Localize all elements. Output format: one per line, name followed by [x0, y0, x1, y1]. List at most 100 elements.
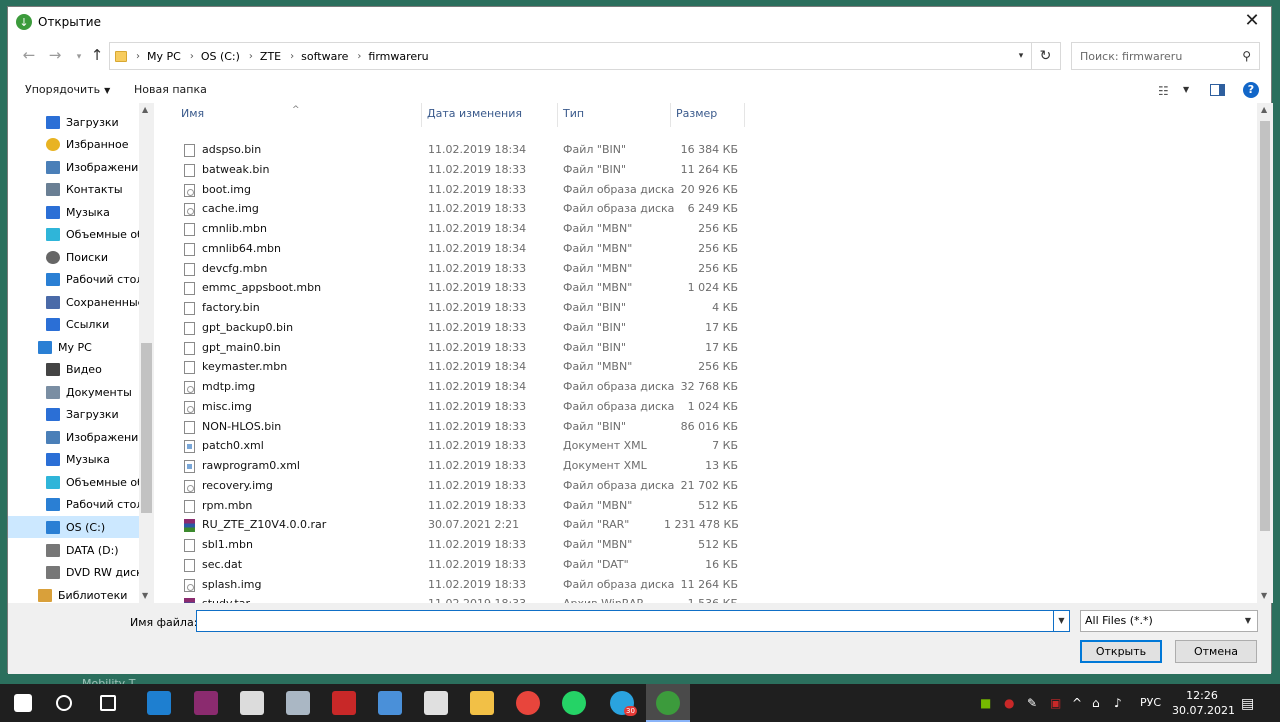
file-type-select[interactable]: All Files (*.*) ▼ [1080, 610, 1258, 632]
file-row[interactable]: adspso.bin 11.02.2019 18:34 Файл "BIN" 16 3… [164, 140, 754, 160]
input-language[interactable]: РУС [1140, 696, 1161, 709]
file-row[interactable]: devcfg.mbn 11.02.2019 18:33 Файл "MBN" 256 … [164, 259, 754, 279]
file-row[interactable]: cmnlib.mbn 11.02.2019 18:34 Файл "MBN" 256 … [164, 219, 754, 239]
file-row[interactable]: patch0.xml 11.02.2019 18:33 Документ XML 7 … [164, 436, 754, 456]
address-history-button[interactable]: ▾ [1011, 42, 1031, 70]
task-view-icon[interactable] [100, 695, 116, 711]
scroll-up-icon[interactable]: ▲ [142, 105, 148, 114]
open-button[interactable]: Открыть [1080, 640, 1162, 663]
refresh-button[interactable]: ↻ [1031, 42, 1059, 70]
column-size[interactable]: Размер [671, 103, 745, 127]
tree-item[interactable]: DVD RW диско [46, 561, 139, 583]
file-row[interactable]: rpm.mbn 11.02.2019 18:33 Файл "MBN" 512 КБ [164, 496, 754, 516]
tree-item[interactable]: DATA (D:) [46, 539, 139, 561]
tree-scrollbar[interactable]: ▲ ▼ [139, 103, 154, 603]
view-options-icon[interactable]: ☷ [1158, 84, 1169, 98]
tray-red-icon[interactable]: ▣ [1050, 696, 1061, 710]
cancel-button[interactable]: Отмена [1175, 640, 1257, 663]
file-row[interactable]: mdtp.img 11.02.2019 18:34 Файл образа диск… [164, 377, 754, 397]
app-blue-icon[interactable] [147, 691, 171, 715]
tree-item[interactable]: Изображения [46, 426, 139, 448]
nvidia-icon[interactable]: ■ [980, 696, 991, 710]
chrome-icon[interactable] [516, 691, 540, 715]
display-app-icon[interactable] [286, 691, 310, 715]
tree-item[interactable]: Библиотеки [38, 584, 139, 603]
tree-item[interactable]: Музыка [46, 201, 139, 223]
tree-item[interactable]: My PC [38, 336, 139, 358]
settings-gear-icon[interactable] [240, 691, 264, 715]
up-button[interactable]: ↑ [88, 47, 106, 65]
tree-scrollbar-thumb[interactable] [141, 343, 152, 513]
file-row[interactable]: NON-HLOS.bin 11.02.2019 18:33 Файл "BIN" 86… [164, 417, 754, 437]
file-row[interactable]: splash.img 11.02.2019 18:33 Файл образа ди… [164, 575, 754, 595]
new-folder-button[interactable]: Новая папка [134, 83, 207, 96]
search-icon[interactable]: ⚲ [1242, 49, 1251, 63]
clock[interactable]: 12:26 30.07.2021 [1172, 688, 1235, 718]
tree-item[interactable]: Поиски [46, 246, 139, 268]
control-panel-icon[interactable] [378, 691, 402, 715]
scroll-up-icon[interactable]: ▲ [1261, 105, 1267, 114]
file-row[interactable]: cmnlib64.mbn 11.02.2019 18:34 Файл "MBN" 25… [164, 239, 754, 259]
breadcrumb-my-pc[interactable]: My PC [147, 50, 181, 63]
file-row[interactable]: gpt_main0.bin 11.02.2019 18:33 Файл "BIN" 1… [164, 338, 754, 358]
file-row[interactable]: cache.img 11.02.2019 18:33 Файл образа дис… [164, 199, 754, 219]
notifications-icon[interactable]: ▤ [1241, 696, 1254, 712]
file-row[interactable]: RU_ZTE_Z10V4.0.0.rar 30.07.2021 2:21 Файл … [164, 515, 754, 535]
file-list-scrollbar[interactable]: ▲ ▼ [1257, 103, 1273, 603]
download-app-icon[interactable] [656, 691, 680, 715]
breadcrumb-zte[interactable]: ZTE [260, 50, 281, 63]
start-button[interactable] [14, 694, 32, 712]
tree-item[interactable]: Видео [46, 358, 139, 380]
volume-icon[interactable]: ♪ [1114, 696, 1122, 710]
tree-item[interactable]: Рабочий стол [46, 268, 139, 290]
winrar-icon[interactable] [194, 691, 218, 715]
chevron-down-icon[interactable]: ▼ [1183, 85, 1189, 94]
help-icon[interactable]: ? [1243, 82, 1259, 98]
organize-button[interactable]: Упорядочить ▼ [25, 83, 110, 96]
tree-item[interactable]: OS (C:) [8, 516, 139, 538]
tree-item[interactable]: Изображения [46, 156, 139, 178]
search-icon[interactable] [56, 695, 72, 711]
chevron-right-icon[interactable]: › [357, 51, 361, 62]
filename-input[interactable] [196, 610, 1054, 632]
tree-item[interactable]: Документы [46, 381, 139, 403]
tree-item[interactable]: Рабочий стол [46, 493, 139, 515]
tree-item[interactable]: Объемные об [46, 223, 139, 245]
tree-item[interactable]: Музыка [46, 448, 139, 470]
calculator-icon[interactable] [424, 691, 448, 715]
preview-pane-icon[interactable] [1210, 84, 1225, 96]
chevron-up-icon[interactable]: ^ [1072, 696, 1082, 710]
chevron-right-icon[interactable]: › [136, 51, 140, 62]
search-input[interactable] [1080, 49, 1240, 63]
file-row[interactable]: recovery.img 11.02.2019 18:33 Файл образа … [164, 476, 754, 496]
whatsapp-icon[interactable] [562, 691, 586, 715]
file-row[interactable]: keymaster.mbn 11.02.2019 18:34 Файл "MBN" 2… [164, 357, 754, 377]
chevron-right-icon[interactable]: › [249, 51, 253, 62]
network-icon[interactable]: ⌂ [1092, 696, 1100, 710]
forward-button[interactable]: → [46, 47, 64, 65]
file-row[interactable]: rawprogram0.xml 11.02.2019 18:33 Документ … [164, 456, 754, 476]
recent-locations-button[interactable]: ▾ [70, 49, 88, 67]
scroll-down-icon[interactable]: ▼ [142, 591, 148, 600]
back-button[interactable]: ← [20, 47, 38, 65]
tree-item[interactable]: Ссылки [46, 313, 139, 335]
tray-app-icon[interactable]: ● [1004, 696, 1014, 710]
scroll-down-icon[interactable]: ▼ [1261, 591, 1267, 600]
file-row[interactable]: gpt_backup0.bin 11.02.2019 18:33 Файл "BIN… [164, 318, 754, 338]
filename-dropdown-button[interactable]: ▼ [1054, 610, 1070, 632]
address-bar[interactable]: › My PC › OS (C:) › ZTE › software › fir… [109, 42, 1061, 70]
chevron-right-icon[interactable]: › [290, 51, 294, 62]
file-row[interactable]: emmc_appsboot.mbn 11.02.2019 18:33 Файл "M… [164, 278, 754, 298]
close-button[interactable]: ✕ [1241, 12, 1263, 32]
tree-item[interactable]: Сохраненные [46, 291, 139, 313]
file-row[interactable]: sbl1.mbn 11.02.2019 18:33 Файл "MBN" 512 КБ [164, 535, 754, 555]
tree-item[interactable]: Избранное [46, 133, 139, 155]
breadcrumb-software[interactable]: software [301, 50, 348, 63]
tree-item[interactable]: Загрузки [46, 403, 139, 425]
file-row[interactable]: sec.dat 11.02.2019 18:33 Файл "DAT" 16 КБ [164, 555, 754, 575]
column-date[interactable]: Дата изменения [422, 103, 558, 127]
breadcrumb-os-c[interactable]: OS (C:) [201, 50, 240, 63]
app-red-gear-icon[interactable] [332, 691, 356, 715]
tree-item[interactable]: Объемные об [46, 471, 139, 493]
file-row[interactable]: batweak.bin 11.02.2019 18:33 Файл "BIN" 11 … [164, 160, 754, 180]
